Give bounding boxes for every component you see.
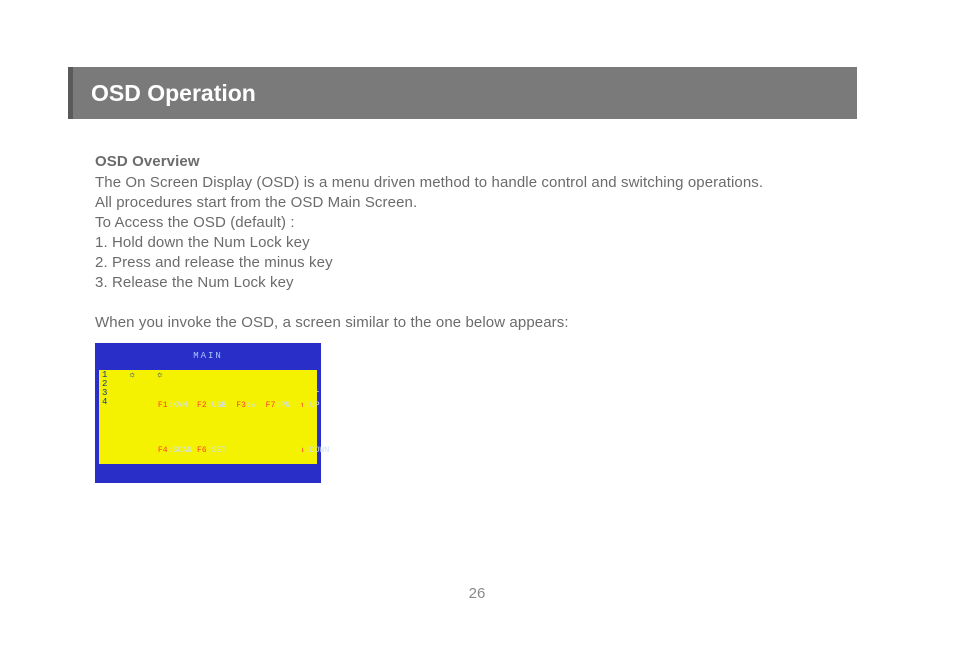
document-page: OSD Operation OSD Overview The On Screen… <box>0 0 954 665</box>
body-text: All procedures start from the OSD Main S… <box>95 193 857 213</box>
fkey-label: F4 <box>158 446 168 455</box>
fkey-action: :USB <box>207 401 236 410</box>
osd-frame: MAIN PN KVM USB ⊕ ☼ NAME 1 ☼ ☼ 2 3 4 F1:… <box>95 343 321 483</box>
osd-footer-line2: F4:SCAN F6:SET ⇂:DOWN <box>99 437 317 464</box>
fkey-label: F3 <box>236 401 246 410</box>
fkey-action: :PN <box>275 401 300 410</box>
osd-footer-line1: F1:KVM F2:USB F3:☼ F7:PN ↿:UP <box>99 392 317 419</box>
fkey-label: F1 <box>158 401 168 410</box>
osd-footer: F1:KVM F2:USB F3:☼ F7:PN ↿:UP F4:SCAN F6… <box>99 374 317 482</box>
body-text: The On Screen Display (OSD) is a menu dr… <box>95 173 857 193</box>
fkey-label: F7 <box>266 401 276 410</box>
fkey-action: :DOWN <box>305 446 330 455</box>
step-item: 1. Hold down the Num Lock key <box>95 233 857 253</box>
fkey-action: :☼ <box>246 401 266 410</box>
body-text: To Access the OSD (default) : <box>95 213 857 233</box>
osd-screenshot: MAIN PN KVM USB ⊕ ☼ NAME 1 ☼ ☼ 2 3 4 F1:… <box>95 343 321 483</box>
fkey-action: :SET <box>207 446 300 455</box>
spacer <box>95 293 857 313</box>
page-number: 26 <box>0 585 954 602</box>
fkey-label: F2 <box>197 401 207 410</box>
section-banner: OSD Operation <box>68 67 857 119</box>
section-title: OSD Operation <box>91 80 256 107</box>
subsection-heading: OSD Overview <box>95 152 857 172</box>
fkey-label: F6 <box>197 446 207 455</box>
body-text: When you invoke the OSD, a screen simila… <box>95 313 857 333</box>
step-item: 2. Press and release the minus key <box>95 253 857 273</box>
step-item: 3. Release the Num Lock key <box>95 273 857 293</box>
fkey-action: :UP <box>305 401 320 410</box>
fkey-action: :SCAN <box>168 446 197 455</box>
fkey-action: :KVM <box>168 401 197 410</box>
content-block: OSD Overview The On Screen Display (OSD)… <box>95 152 857 483</box>
